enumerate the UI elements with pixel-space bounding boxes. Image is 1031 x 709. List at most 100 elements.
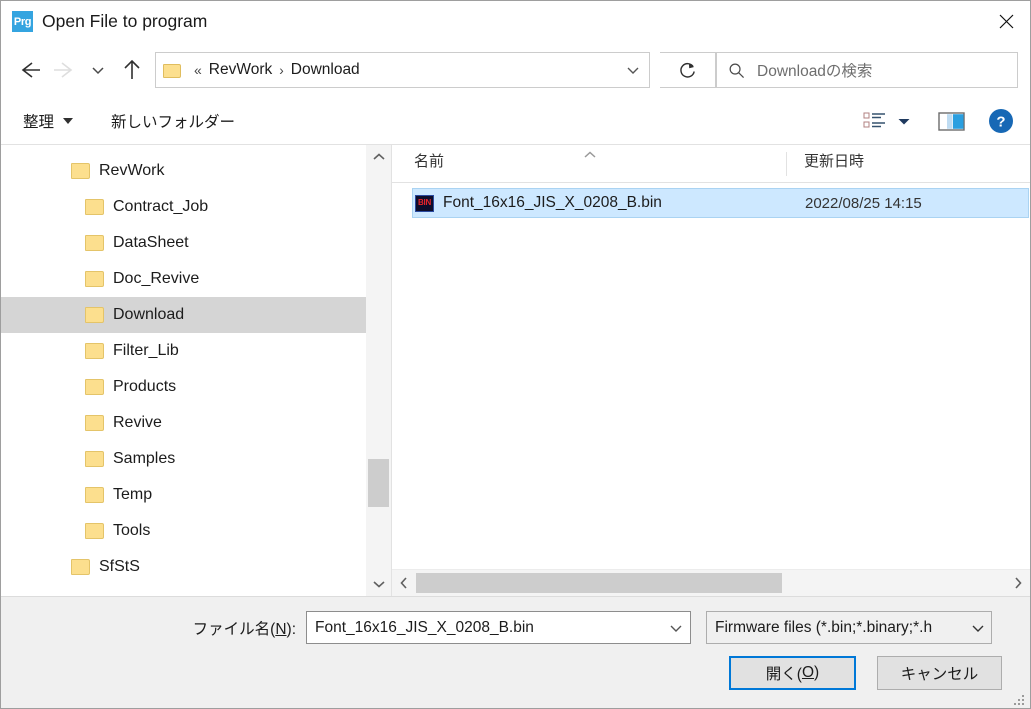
folder-icon [85,451,104,467]
up-button[interactable] [115,53,149,87]
title-bar: Prg Open File to program [1,1,1030,42]
forward-button[interactable] [47,53,81,87]
folder-icon [85,307,104,323]
filename-input[interactable]: Font_16x16_JIS_X_0208_B.bin [306,611,691,644]
navigation-bar: « RevWork › Download Downloadの検索 [1,42,1030,98]
file-list-horizontal-scrollbar[interactable] [392,569,1030,596]
refresh-icon [680,62,695,78]
file-row[interactable]: BIN Font_16x16_JIS_X_0208_B.bin 2022/08/25… [412,188,1029,218]
breadcrumb-item-revwork[interactable]: RevWork [209,61,272,79]
column-header-name[interactable]: 名前 [392,145,786,182]
filename-dropdown-button[interactable] [662,622,690,634]
tree-item-datasheet[interactable]: DataSheet [1,225,391,261]
help-button[interactable]: ? [988,104,1014,138]
tree-item-label: Revive [113,414,162,431]
open-label-pre: 開く( [765,666,802,683]
address-dropdown-button[interactable] [617,53,649,87]
tree-item-products[interactable]: Products [1,369,391,405]
tree-item-label: Filter_Lib [113,342,179,359]
chevron-left-icon [400,577,407,589]
preview-pane-icon [938,111,965,131]
tree-item-label: Contract_Job [113,198,209,215]
dialog-footer: ファイル名(N): Font_16x16_JIS_X_0208_B.bin Fi… [1,596,1030,708]
up-arrow-icon [124,59,140,79]
breadcrumb-overflow[interactable]: « [194,62,202,78]
sort-ascending-icon [582,147,598,164]
folder-icon [71,163,90,179]
tree-scroll-thumb[interactable] [368,459,389,507]
hscroll-left-button[interactable] [392,570,416,596]
tree-scroll-track[interactable] [366,169,391,572]
file-date-modified: 2022/08/25 14:15 [805,194,922,212]
open-button[interactable]: 開く(O) [729,656,856,690]
tree-item-label: Temp [113,486,153,503]
tree-item-temp[interactable]: Temp [1,477,391,513]
tree-item-tools[interactable]: Tools [1,513,391,549]
open-label-post: ) [814,664,820,681]
preview-pane-button[interactable] [938,104,966,138]
tree-vertical-scrollbar[interactable] [366,145,391,596]
tree-item-filter_lib[interactable]: Filter_Lib [1,333,391,369]
chevron-right-icon [1015,577,1022,589]
tree-item-label: Samples [113,450,176,467]
tree-item-contract_job[interactable]: Contract_Job [1,189,391,225]
hscroll-right-button[interactable] [1006,570,1030,596]
tree-item-sfsts[interactable]: SfStS [1,549,391,585]
address-bar[interactable]: « RevWork › Download [155,52,650,88]
dialog-button-row: 開く(O) キャンセル [1,656,1030,690]
tree-item-label: Doc_Revive [113,270,200,287]
view-options-button[interactable] [862,104,888,138]
organize-button[interactable]: 整理 [17,106,79,136]
file-type-filter-value: Firmware files (*.bin;*.binary;*.h [715,618,933,636]
tree-item-samples[interactable]: Samples [1,441,391,477]
view-options-icon [863,112,885,128]
file-name: Font_16x16_JIS_X_0208_B.bin [443,194,662,211]
chevron-down-icon [627,67,639,74]
view-dropdown-button[interactable] [896,104,912,138]
recent-locations-button[interactable] [81,53,115,87]
filename-value: Font_16x16_JIS_X_0208_B.bin [315,618,534,636]
folder-icon [85,379,104,395]
file-type-dropdown-button[interactable] [965,622,991,634]
folder-icon [85,271,104,287]
breadcrumb-item-download[interactable]: Download [291,61,360,79]
file-type-filter-dropdown[interactable]: Firmware files (*.bin;*.binary;*.h [706,611,992,644]
file-icon-label: BIN [418,198,431,207]
back-arrow-icon [21,62,40,78]
tree-item-download[interactable]: Download [1,297,391,333]
dialog-body: RevWork Contract_Job DataSheet Doc_Revive Do… [1,145,1030,596]
resize-grip-icon[interactable] [1013,692,1026,705]
breadcrumb[interactable]: « RevWork › Download [156,53,617,87]
folder-icon [85,199,104,215]
new-folder-label: 新しいフォルダー [111,114,236,131]
chevron-down-icon [898,119,910,125]
tree-item-revive[interactable]: Revive [1,405,391,441]
chevron-down-icon [670,625,682,632]
folder-tree-pane: RevWork Contract_Job DataSheet Doc_Revive Do… [1,145,391,596]
column-header-date-label: 更新日時 [804,153,865,170]
folder-icon [85,487,104,503]
breadcrumb-separator[interactable]: › [279,63,284,78]
new-folder-button[interactable]: 新しいフォルダー [105,106,241,136]
tree-item-revwork[interactable]: RevWork [1,153,391,189]
column-header-date[interactable]: 更新日時 [786,152,1030,176]
tree-scroll-up-button[interactable] [366,145,391,169]
filename-label-key: N [275,620,287,638]
refresh-button[interactable] [660,52,716,88]
folder-icon [85,523,104,539]
app-icon: Prg [12,11,33,32]
chevron-down-icon [63,118,74,124]
tree-item-doc_revive[interactable]: Doc_Revive [1,261,391,297]
cancel-button[interactable]: キャンセル [877,656,1002,690]
hscroll-thumb[interactable] [416,573,782,593]
tree-item-label: SfStS [99,558,140,575]
back-button[interactable] [13,53,47,87]
search-input[interactable]: Downloadの検索 [716,52,1018,88]
close-button[interactable] [983,1,1030,41]
hscroll-track[interactable] [416,570,1006,596]
chevron-down-icon [372,581,385,588]
open-file-dialog: Prg Open File to program « RevWork › Dow… [0,0,1031,709]
tree-scroll-down-button[interactable] [366,572,391,596]
search-placeholder: Downloadの検索 [757,63,873,80]
folder-icon [85,235,104,251]
